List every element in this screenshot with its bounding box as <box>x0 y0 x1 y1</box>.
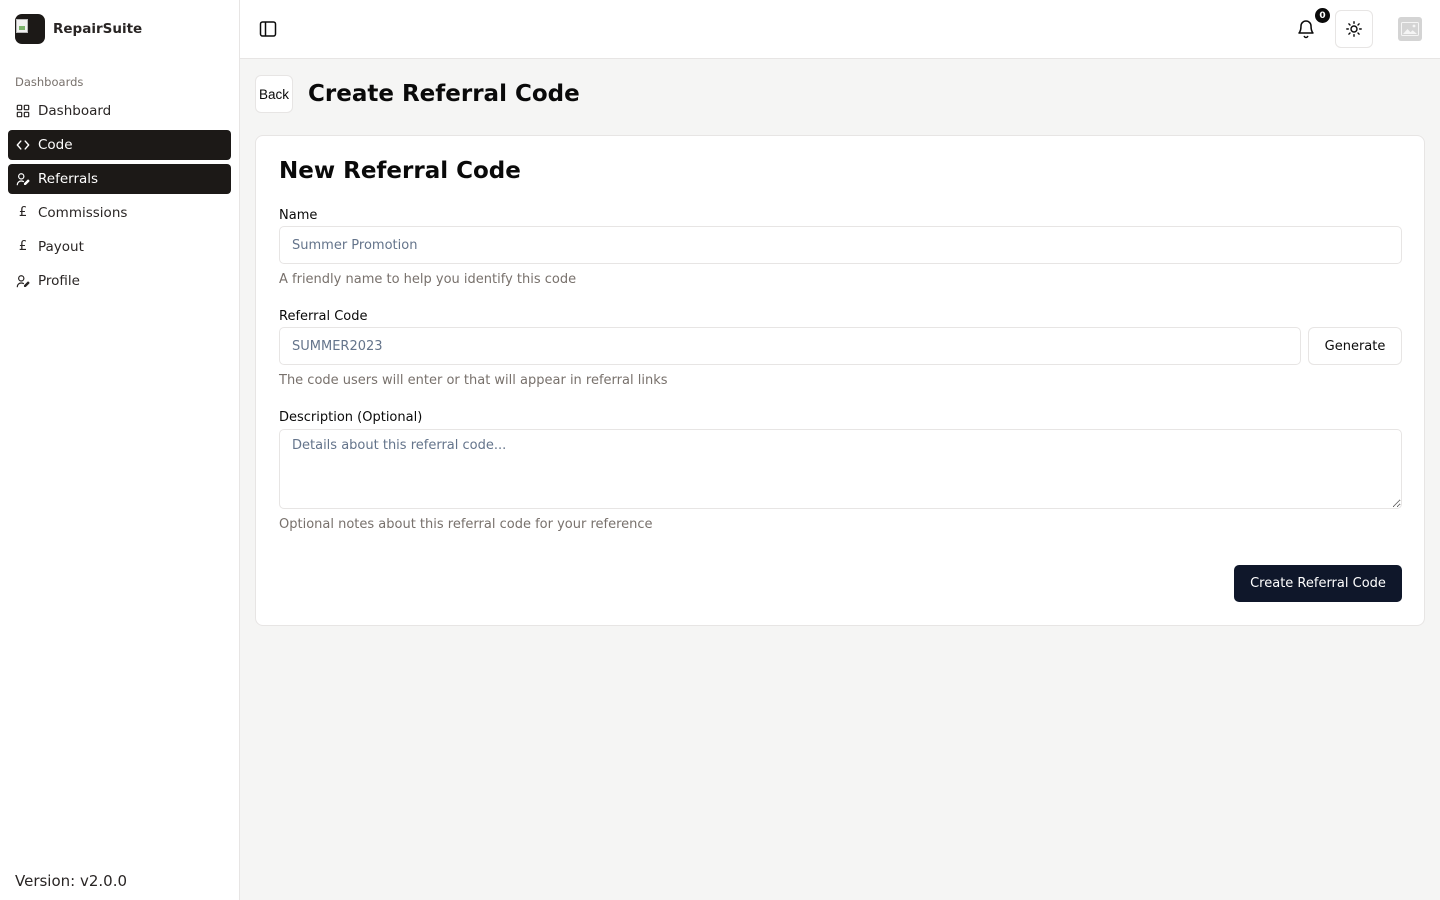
sidebar-item-commissions[interactable]: £ Commissions <box>8 198 231 228</box>
sidebar-section-label: Dashboards <box>15 75 84 89</box>
name-input[interactable] <box>279 226 1402 264</box>
description-textarea[interactable] <box>279 429 1402 509</box>
referral-code-label: Referral Code <box>279 309 368 324</box>
version-label: Version: v2.0.0 <box>15 872 128 890</box>
back-button[interactable]: Back <box>255 75 293 113</box>
brand-logo <box>15 14 45 44</box>
referral-form-card: New Referral Code Name A friendly name t… <box>255 135 1425 626</box>
referral-code-input[interactable] <box>279 327 1301 365</box>
brand-name: RepairSuite <box>53 21 143 37</box>
image-placeholder-icon <box>1401 22 1419 36</box>
theme-toggle-button[interactable] <box>1335 10 1373 48</box>
sidebar-item-label: Payout <box>38 239 84 255</box>
bell-icon <box>1298 20 1314 39</box>
sidebar-toggle-button[interactable] <box>258 19 278 39</box>
panel-left-icon <box>259 21 277 37</box>
code-icon <box>16 138 30 152</box>
referral-code-help-text: The code users will enter or that will a… <box>279 373 668 388</box>
name-label: Name <box>279 208 318 223</box>
notification-count-badge: 0 <box>1315 8 1330 23</box>
description-help-text: Optional notes about this referral code … <box>279 517 653 532</box>
sidebar-item-label: Profile <box>38 273 80 289</box>
sidebar-item-dashboard[interactable]: Dashboard <box>8 96 231 126</box>
grid-icon <box>16 104 30 118</box>
sidebar-item-code[interactable]: Code <box>8 130 231 160</box>
sidebar-item-label: Code <box>38 137 73 153</box>
sidebar-item-payout[interactable]: £ Payout <box>8 232 231 262</box>
notifications-button[interactable] <box>1296 18 1316 40</box>
sidebar-item-profile[interactable]: Profile <box>8 266 231 296</box>
create-referral-code-button[interactable]: Create Referral Code <box>1234 565 1402 602</box>
sidebar-nav: Dashboard Code Referrals £ Commissions £… <box>0 96 239 296</box>
pound-icon: £ <box>18 205 28 220</box>
sidebar-item-label: Referrals <box>38 171 99 187</box>
sidebar-item-referrals[interactable]: Referrals <box>8 164 231 194</box>
topbar: 0 <box>240 0 1440 59</box>
description-label: Description (Optional) <box>279 410 423 425</box>
avatar[interactable] <box>1398 17 1422 41</box>
pound-icon: £ <box>18 239 28 254</box>
sun-icon <box>1346 21 1362 37</box>
card-title: New Referral Code <box>279 158 521 184</box>
user-pen-icon <box>16 172 30 186</box>
brand[interactable]: RepairSuite <box>0 0 239 58</box>
generate-button[interactable]: Generate <box>1308 327 1402 365</box>
sidebar: RepairSuite Dashboards Dashboard Code Re… <box>0 0 240 900</box>
sidebar-item-label: Dashboard <box>38 103 112 119</box>
page-title: Create Referral Code <box>308 81 580 107</box>
user-pen-icon <box>16 274 30 288</box>
name-help-text: A friendly name to help you identify thi… <box>279 272 577 287</box>
sidebar-item-label: Commissions <box>38 205 128 221</box>
